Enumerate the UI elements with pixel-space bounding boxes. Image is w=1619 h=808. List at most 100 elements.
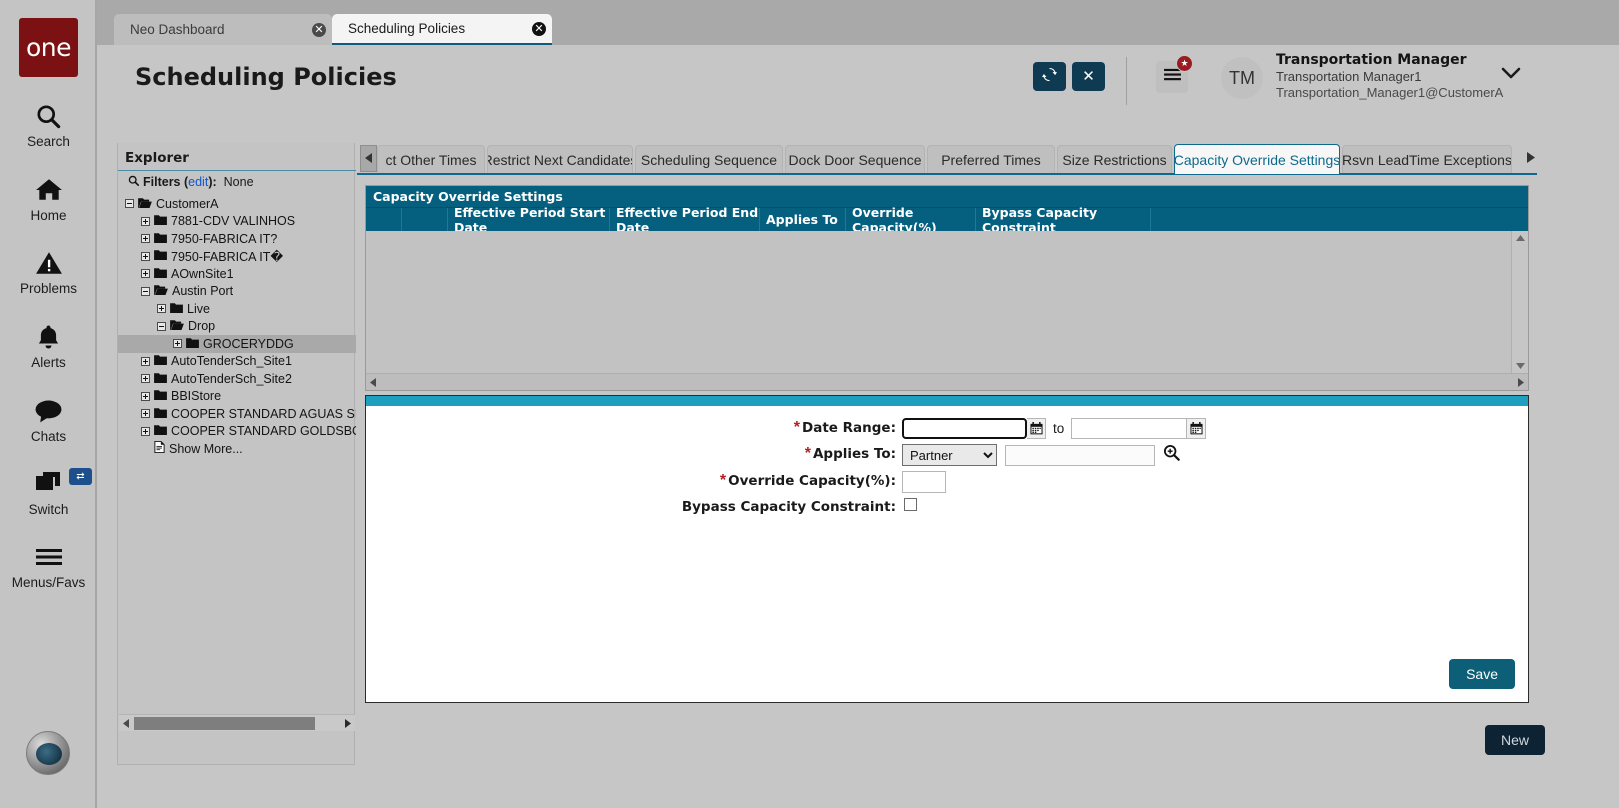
grid-vertical-scrollbar[interactable] (1511, 231, 1528, 373)
bell-icon (36, 320, 61, 354)
scroll-up-arrow-icon[interactable] (1512, 231, 1529, 246)
rail-item-switch[interactable]: ⇄ Switch (0, 467, 97, 517)
chevron-down-icon[interactable] (1501, 67, 1521, 85)
browser-tab-scheduling-policies[interactable]: Scheduling Policies ✕ (332, 14, 552, 45)
save-button[interactable]: Save (1449, 659, 1515, 689)
expand-plus-icon[interactable] (141, 356, 150, 366)
scroll-down-arrow-icon[interactable] (1512, 358, 1529, 373)
override-capacity-label: Override Capacity(%): (728, 473, 896, 489)
rail-item-alerts[interactable]: Alerts (0, 320, 97, 370)
date-range-to-input[interactable] (1071, 418, 1188, 439)
browser-tab-neo-dashboard[interactable]: Neo Dashboard ✕ (114, 14, 332, 45)
expand-plus-icon[interactable] (141, 374, 150, 384)
expand-plus-icon[interactable] (141, 216, 150, 226)
explorer-header-rule (118, 170, 356, 171)
tree-node[interactable]: 7881-CDV VALINHOS (118, 213, 356, 231)
explorer-scroll-thumb[interactable] (134, 716, 315, 730)
tree-node[interactable]: Show More... (118, 440, 356, 458)
grid-column-header-blank[interactable] (366, 207, 402, 232)
tab-scroll-right-button[interactable] (1523, 145, 1537, 172)
rail-item-menus-favs[interactable]: Menus/Favs (0, 540, 97, 590)
tree-node[interactable]: CustomerA (118, 195, 356, 213)
collapse-minus-icon[interactable] (141, 286, 150, 296)
calendar-icon[interactable] (1187, 418, 1207, 439)
scroll-left-arrow-icon[interactable] (366, 374, 381, 391)
rail-item-problems[interactable]: Problems (0, 246, 97, 296)
close-circle-icon[interactable]: ✕ (312, 22, 326, 37)
explorer-panel: Explorer Filters (edit): None CustomerA 7… (117, 143, 356, 765)
module-tab-rsvn-leadtime-exceptions[interactable]: Rsvn LeadTime Exceptions (1342, 145, 1512, 173)
grid-column-header[interactable]: Effective Period End Date (610, 205, 760, 235)
grid-column-header[interactable]: Effective Period Start Date (448, 205, 610, 235)
explorer-horizontal-scrollbar[interactable] (119, 714, 355, 731)
expand-plus-icon[interactable] (141, 426, 150, 436)
tree-node[interactable]: AOwnSite1 (118, 265, 356, 283)
module-tab-scheduling-sequence[interactable]: Scheduling Sequence (635, 145, 783, 173)
tree-node[interactable]: 7950-FABRICA IT� (118, 248, 356, 266)
refresh-button[interactable] (1033, 62, 1066, 91)
date-range-row: * Date Range: (366, 419, 896, 437)
scroll-right-arrow-icon[interactable] (340, 715, 355, 732)
close-circle-icon[interactable]: ✕ (532, 21, 546, 36)
rail-item-home[interactable]: Home (0, 173, 97, 223)
tree-node[interactable]: Drop (118, 318, 356, 336)
module-tab-label: Restrict Next Candidates (487, 151, 633, 168)
tree-node[interactable]: AutoTenderSch_Site1 (118, 353, 356, 371)
tree-node[interactable]: COOPER STANDARD AGUAS SEALING ( (118, 405, 356, 423)
rail-item-search[interactable]: Search (0, 99, 97, 149)
expand-plus-icon[interactable] (157, 304, 166, 314)
grid-column-header[interactable]: Override Capacity(%) (846, 205, 976, 235)
applies-to-value-input[interactable] (1005, 444, 1155, 466)
scroll-left-arrow-icon (364, 150, 373, 168)
new-button[interactable]: New (1485, 725, 1546, 755)
filters-edit-link[interactable]: edit (188, 175, 208, 189)
module-tab-ct-other-times[interactable]: ct Other Times (377, 145, 485, 173)
open-folder-icon (154, 284, 168, 298)
grid-column-header-blank[interactable] (402, 207, 448, 232)
expand-plus-icon[interactable] (141, 409, 150, 419)
scroll-left-arrow-icon[interactable] (119, 715, 134, 732)
collapse-minus-icon[interactable] (125, 199, 134, 209)
override-capacity-controls (902, 471, 946, 493)
tree-node[interactable]: COOPER STANDARD GOLDSBORO (118, 423, 356, 441)
expand-plus-icon[interactable] (141, 234, 150, 244)
tab-scroll-left-button[interactable] (360, 145, 377, 172)
one-network-logo[interactable]: one (19, 18, 78, 77)
module-tab-dock-door-sequence[interactable]: Dock Door Sequence (785, 145, 925, 173)
calendar-icon[interactable] (1027, 418, 1046, 439)
grid-horizontal-scrollbar[interactable] (366, 373, 1528, 390)
expand-plus-icon[interactable] (141, 251, 150, 261)
tree-node[interactable]: AutoTenderSch_Site2 (118, 370, 356, 388)
applies-to-select[interactable]: Partner (902, 444, 997, 466)
rail-item-chats[interactable]: Chats (0, 394, 97, 444)
grid-column-header[interactable]: Bypass Capacity Constraint (976, 205, 1151, 235)
bypass-capacity-checkbox[interactable] (904, 498, 917, 511)
expand-plus-icon[interactable] (141, 269, 150, 279)
expand-plus-icon[interactable] (173, 339, 182, 349)
tree-node[interactable]: GROCERYDDG (118, 335, 356, 353)
globe-avatar-icon[interactable] (26, 731, 70, 775)
tree-node[interactable]: Live (118, 300, 356, 318)
module-tab-restrict-next-candidates[interactable]: Restrict Next Candidates (487, 145, 633, 173)
tree-node[interactable]: BBIStore (118, 388, 356, 406)
tree-node[interactable]: 7950-FABRICA IT? (118, 230, 356, 248)
application-window: one Search Home Problems Alerts Chats ⇄ … (0, 0, 1619, 808)
date-range-label: Date Range: (802, 420, 896, 436)
close-button[interactable]: ✕ (1072, 62, 1105, 91)
header-divider (1126, 57, 1127, 105)
tree-node[interactable]: Austin Port (118, 283, 356, 301)
grid-column-header[interactable]: Applies To (760, 207, 846, 232)
override-capacity-input[interactable] (902, 471, 946, 493)
required-marker: * (804, 445, 811, 462)
avatar[interactable]: TM (1221, 57, 1263, 99)
refresh-icon (1042, 67, 1057, 87)
scroll-right-arrow-icon[interactable] (1513, 374, 1528, 391)
windows-stack-icon: ⇄ (0, 467, 97, 501)
module-tab-capacity-override-settings[interactable]: Capacity Override Settings (1174, 144, 1340, 174)
expand-plus-icon[interactable] (141, 391, 150, 401)
module-tab-preferred-times[interactable]: Preferred Times (927, 145, 1055, 173)
module-tab-size-restrictions[interactable]: Size Restrictions (1057, 145, 1172, 173)
magnifier-plus-icon[interactable] (1163, 444, 1180, 466)
collapse-minus-icon[interactable] (157, 321, 166, 331)
date-range-from-input[interactable] (901, 417, 1028, 440)
